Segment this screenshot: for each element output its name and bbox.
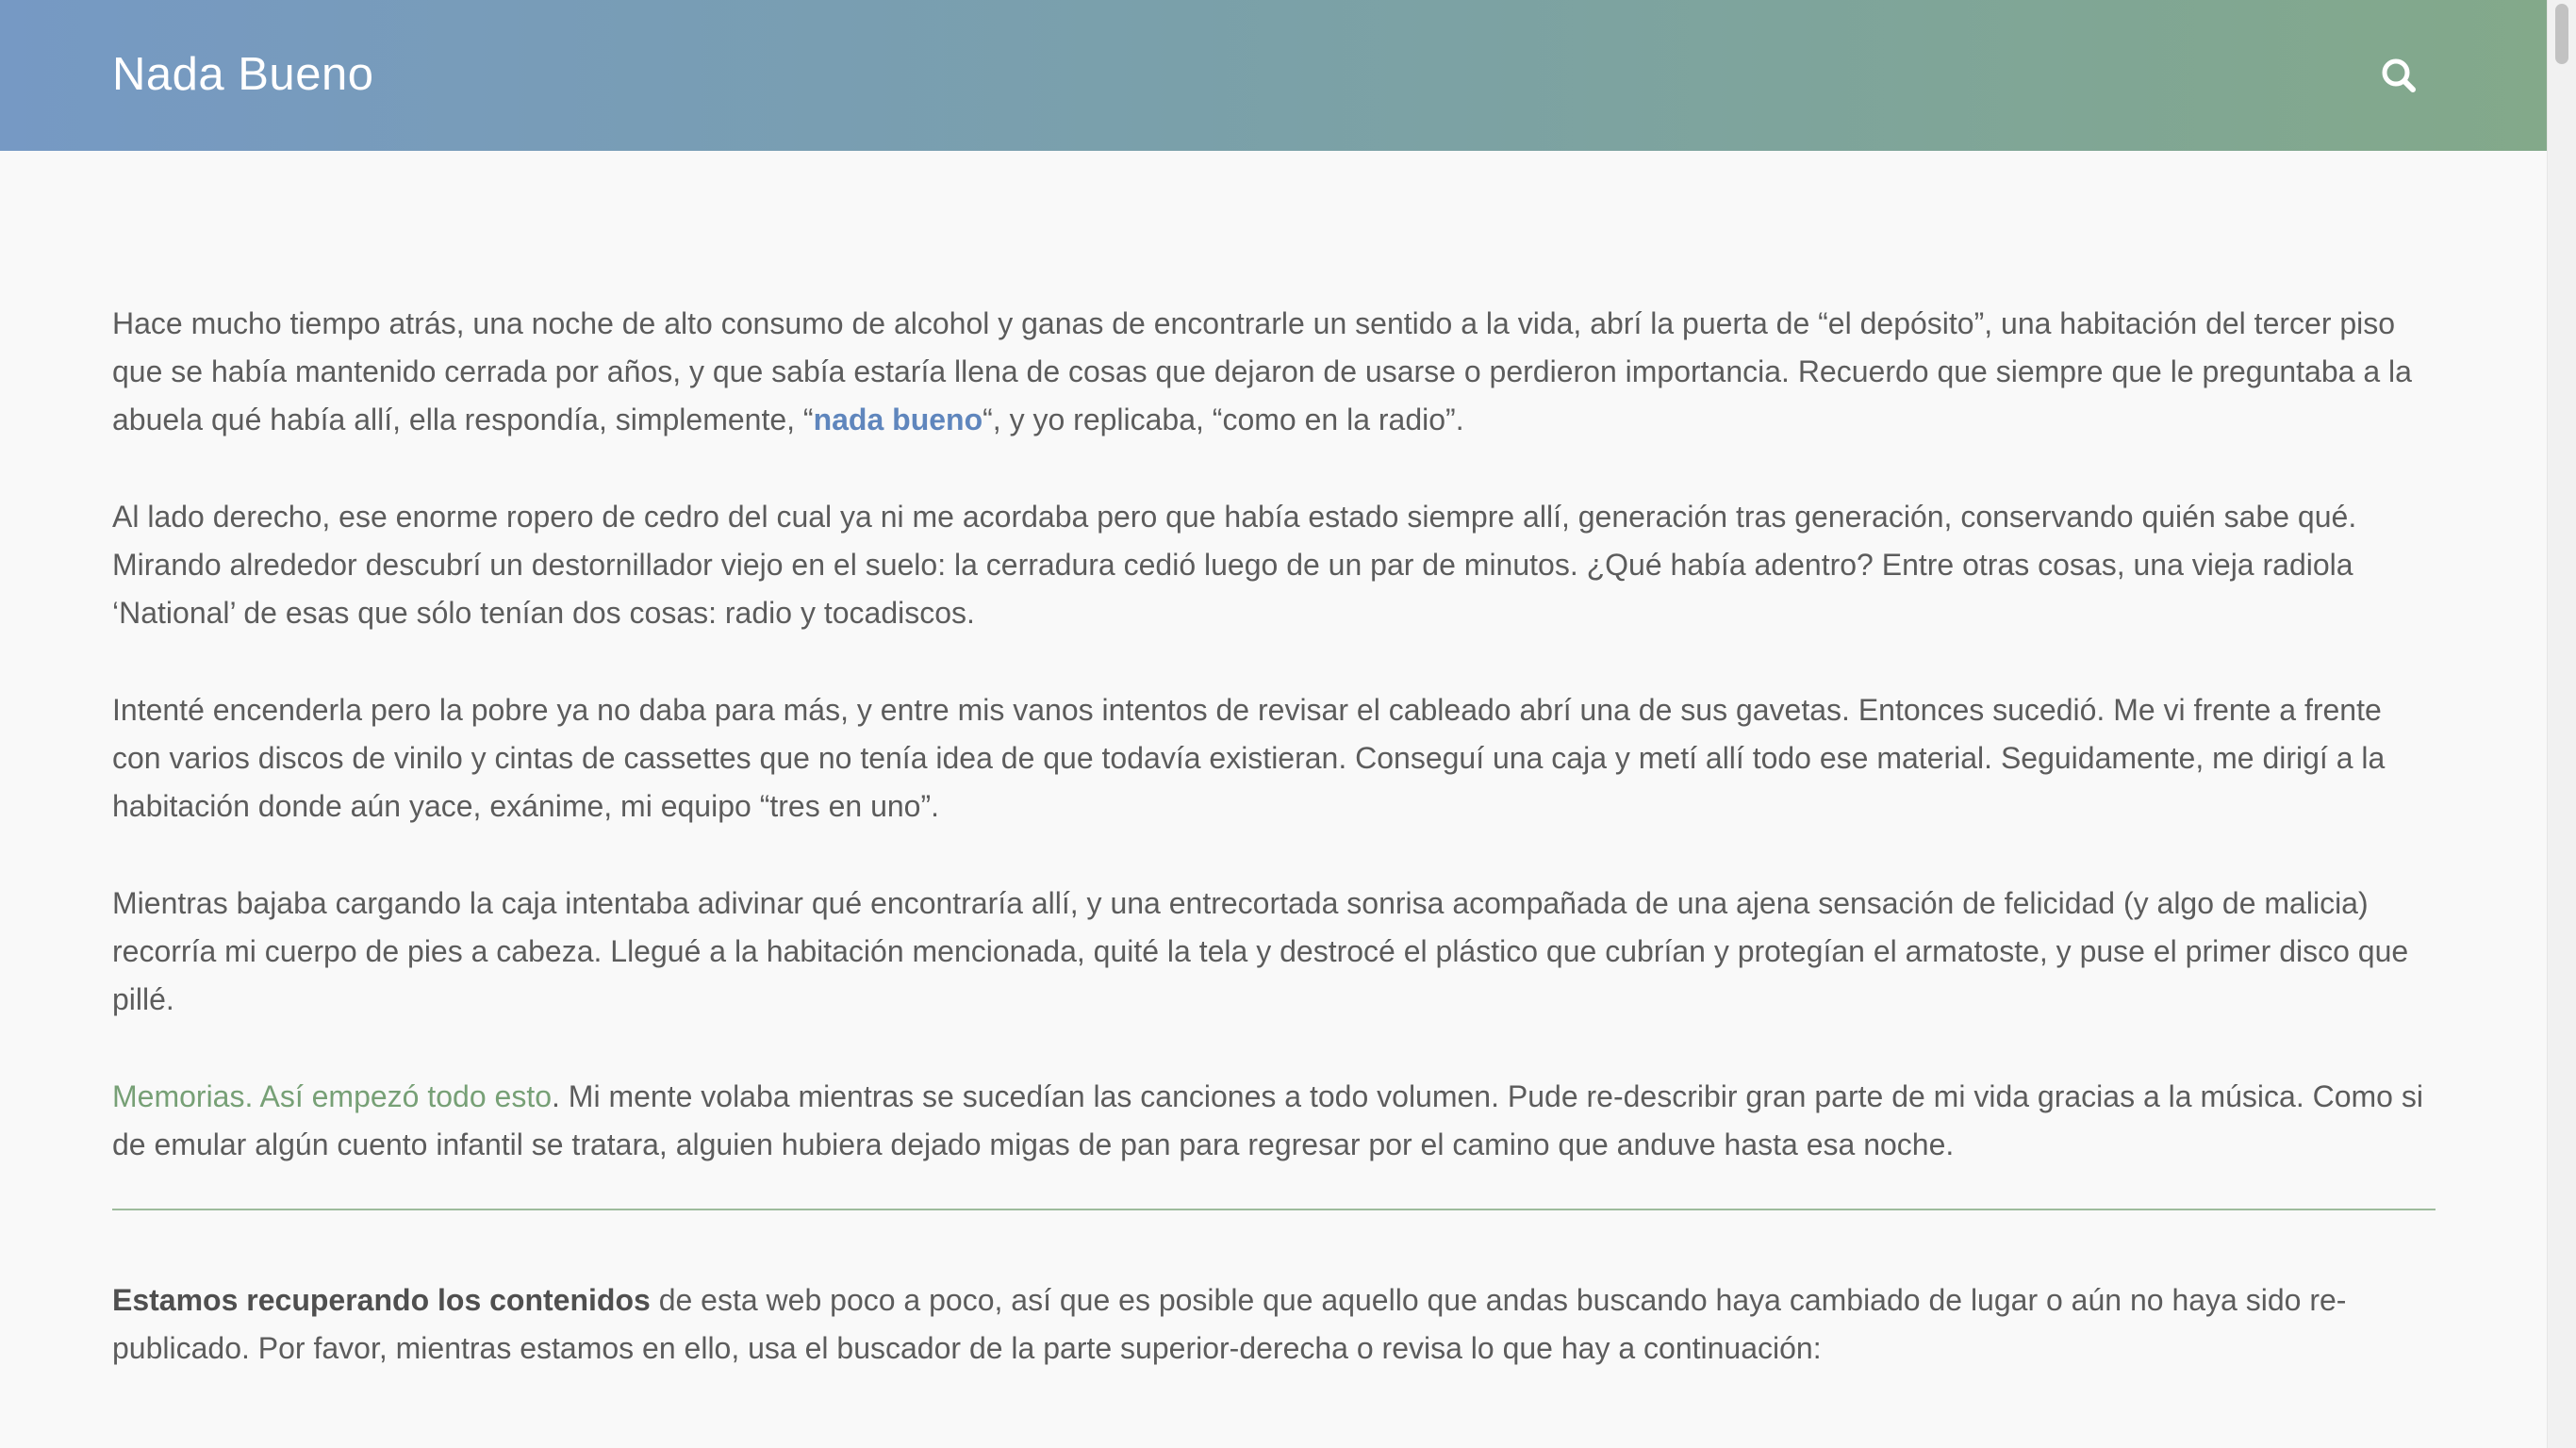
site-header: Nada Bueno: [0, 0, 2547, 151]
paragraph-intro: Hace mucho tiempo atrás, una noche de al…: [112, 300, 2436, 444]
memorias-link[interactable]: Memorias. Así empezó todo esto: [112, 1079, 552, 1113]
vertical-scrollbar[interactable]: [2547, 0, 2576, 1448]
notice-strong: Estamos recuperando los contenidos: [112, 1283, 651, 1317]
search-icon: [2382, 58, 2416, 92]
paragraph-box: Mientras bajaba cargando la caja intenta…: [112, 886, 2409, 1016]
paragraph-radiola: Intenté encenderla pero la pobre ya no d…: [112, 693, 2386, 823]
main-content: Hace mucho tiempo atrás, una noche de al…: [112, 300, 2436, 1422]
paragraph-memories: Memorias. Así empezó todo esto. Mi mente…: [112, 1073, 2436, 1169]
content-divider: [112, 1209, 2436, 1210]
site-title[interactable]: Nada Bueno: [112, 41, 373, 107]
paragraph-notice: Estamos recuperando los contenidos de es…: [112, 1276, 2436, 1373]
page: Nada Bueno Hace mucho tiempo atrás, una …: [0, 0, 2576, 1448]
search-button[interactable]: [2376, 49, 2423, 102]
paragraph-intro-tail: “, y yo replicaba, “como en la radio”.: [983, 403, 1464, 436]
nada-bueno-link[interactable]: nada bueno: [814, 403, 983, 436]
paragraph-wardrobe: Al lado derecho, ese enorme ropero de ce…: [112, 500, 2357, 630]
scrollbar-thumb[interactable]: [2555, 4, 2568, 64]
